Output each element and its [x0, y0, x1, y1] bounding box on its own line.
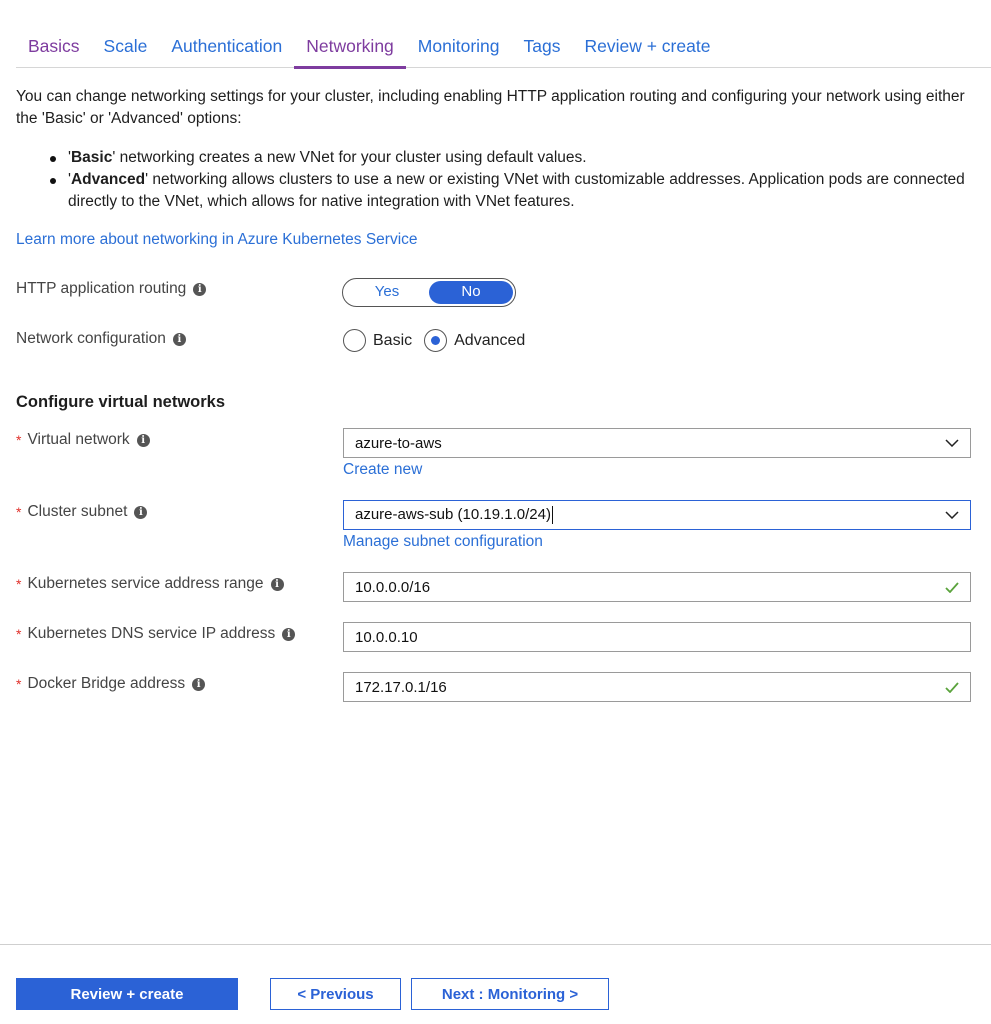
dns-ip-input[interactable]: 10.0.0.10	[343, 622, 971, 652]
tab-monitoring[interactable]: Monitoring	[406, 28, 512, 68]
info-icon[interactable]: i	[192, 677, 206, 691]
service-range-input[interactable]: 10.0.0.0/16	[343, 572, 971, 602]
http-routing-label: HTTP application routing i	[16, 280, 207, 298]
radio-advanced-circle[interactable]	[424, 329, 448, 352]
required-marker: *	[16, 504, 22, 520]
checkmark-icon	[934, 573, 970, 601]
checkmark-icon	[934, 673, 970, 701]
http-routing-yes[interactable]: Yes	[345, 281, 429, 304]
required-marker: *	[16, 576, 22, 592]
text-cursor	[551, 506, 553, 525]
networking-options-list: 'Basic' networking creates a new VNet fo…	[50, 147, 975, 213]
chevron-down-icon[interactable]	[934, 429, 970, 457]
docker-bridge-value: 172.17.0.1/16	[355, 678, 447, 696]
service-range-value: 10.0.0.0/16	[355, 578, 431, 596]
radio-basic[interactable]: Basic	[343, 329, 412, 352]
bullet-basic-term: Basic	[70, 149, 113, 166]
docker-bridge-input[interactable]: 172.17.0.1/16	[343, 672, 971, 702]
info-icon[interactable]: i	[270, 577, 284, 591]
radio-basic-circle[interactable]	[343, 329, 366, 352]
info-icon[interactable]: i	[136, 433, 150, 447]
bullet-advanced-text: ' networking allows clusters to use a ne…	[68, 171, 965, 210]
cluster-subnet-label: * Cluster subnet i	[16, 503, 148, 521]
info-icon[interactable]: i	[134, 505, 148, 519]
tab-scale[interactable]: Scale	[92, 28, 160, 68]
dns-ip-value: 10.0.0.10	[355, 628, 418, 646]
network-config-radio-group: Basic Advanced	[343, 329, 537, 352]
virtual-network-label: * Virtual network i	[16, 431, 150, 449]
bullet-basic-text: ' networking creates a new VNet for your…	[112, 149, 587, 166]
tab-authentication[interactable]: Authentication	[159, 28, 294, 68]
required-marker: *	[16, 432, 22, 448]
review-create-button[interactable]: Review + create	[16, 978, 238, 1010]
http-routing-no[interactable]: No	[429, 281, 513, 304]
learn-more-link[interactable]: Learn more about networking in Azure Kub…	[16, 231, 418, 249]
service-range-label: * Kubernetes service address range i	[16, 575, 284, 593]
tab-networking[interactable]: Networking	[294, 28, 406, 69]
bullet-advanced: 'Advanced' networking allows clusters to…	[50, 169, 975, 213]
section-title: Configure virtual networks	[16, 393, 226, 411]
dns-ip-label: * Kubernetes DNS service IP address i	[16, 625, 296, 643]
tab-review-create[interactable]: Review + create	[572, 28, 722, 68]
tab-basics[interactable]: Basics	[16, 28, 92, 68]
create-new-link[interactable]: Create new	[343, 461, 422, 479]
cluster-subnet-select[interactable]: azure-aws-sub (10.19.1.0/24)	[343, 500, 971, 530]
radio-advanced[interactable]: Advanced	[424, 329, 525, 352]
required-marker: *	[16, 676, 22, 692]
manage-subnet-link[interactable]: Manage subnet configuration	[343, 533, 543, 551]
footer-divider	[0, 944, 991, 945]
bullet-advanced-term: Advanced	[70, 171, 146, 188]
cluster-subnet-value: azure-aws-sub (10.19.1.0/24)	[355, 505, 551, 523]
required-marker: *	[16, 626, 22, 642]
intro-text: You can change networking settings for y…	[16, 88, 965, 127]
virtual-network-select[interactable]: azure-to-aws	[343, 428, 971, 458]
previous-button[interactable]: < Previous	[270, 978, 401, 1010]
virtual-network-value: azure-to-aws	[355, 434, 442, 452]
http-routing-toggle[interactable]: Yes No	[342, 278, 516, 307]
network-config-label: Network configuration i	[16, 330, 186, 348]
info-icon[interactable]: i	[172, 332, 186, 346]
bullet-basic: 'Basic' networking creates a new VNet fo…	[50, 147, 975, 169]
wizard-tabs: Basics Scale Authentication Networking M…	[16, 28, 991, 69]
info-icon[interactable]: i	[282, 627, 296, 641]
next-monitoring-button[interactable]: Next : Monitoring >	[411, 978, 609, 1010]
info-icon[interactable]: i	[193, 282, 207, 296]
tab-tags[interactable]: Tags	[512, 28, 573, 68]
chevron-down-icon[interactable]	[934, 501, 970, 529]
docker-bridge-label: * Docker Bridge address i	[16, 675, 206, 693]
